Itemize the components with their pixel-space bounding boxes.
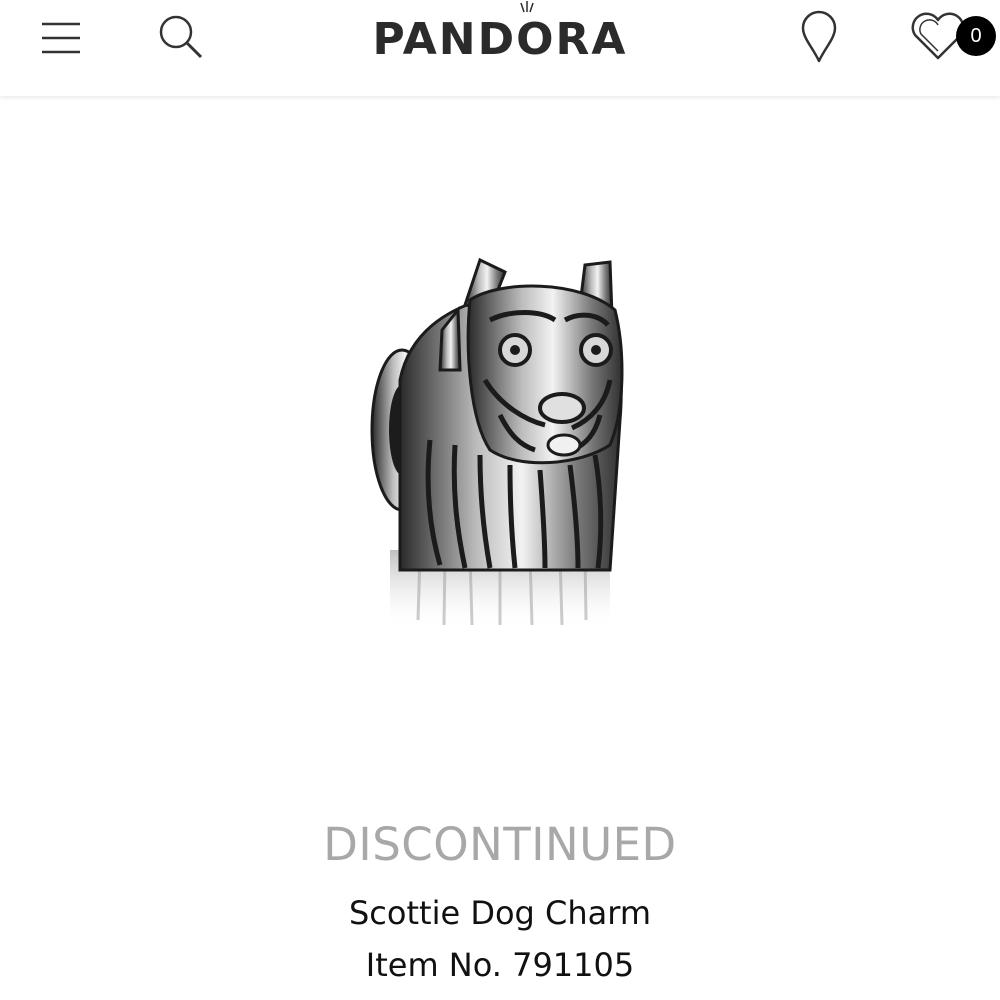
menu-button[interactable]	[34, 12, 88, 64]
search-icon	[159, 15, 203, 59]
pandora-logo[interactable]: PANDORA	[340, 0, 660, 70]
search-button[interactable]	[150, 8, 212, 66]
wishlist-button[interactable]: 0	[904, 6, 996, 68]
scottie-dog-charm-image[interactable]	[340, 240, 660, 650]
store-locator-button[interactable]	[792, 6, 846, 68]
wishlist-count-badge: 0	[956, 16, 996, 56]
hamburger-menu-icon	[42, 22, 80, 54]
discontinued-label: DISCONTINUED	[323, 818, 677, 871]
item-number: Item No. 791105	[365, 946, 635, 984]
crown-icon	[520, 1, 534, 13]
location-pin-icon	[801, 10, 837, 63]
site-header: PANDORA 0	[0, 0, 1000, 96]
product-name: Scottie Dog Charm	[348, 894, 652, 932]
logo-text: PANDORA	[372, 13, 628, 65]
